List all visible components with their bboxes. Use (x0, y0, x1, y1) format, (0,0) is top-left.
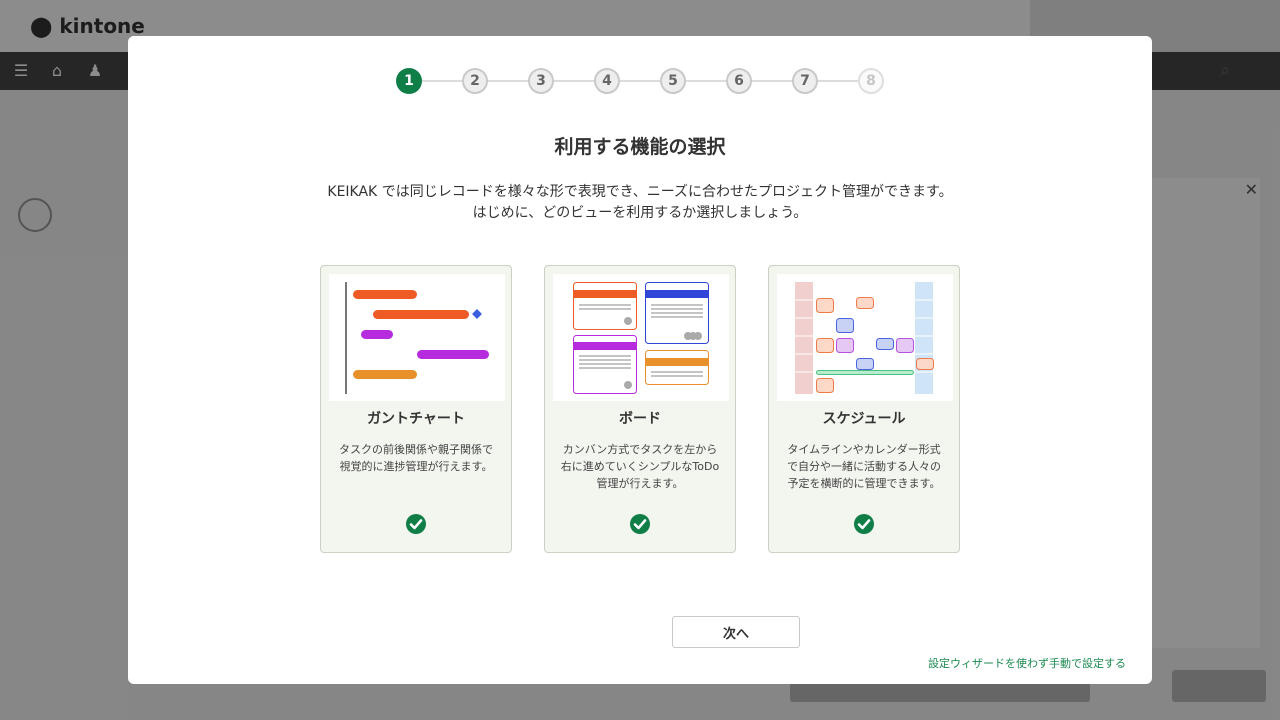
check-icon (406, 514, 426, 534)
card-desc-gantt: タスクの前後関係や親子関係で 視覚的に進捗管理が行えます。 (329, 441, 503, 475)
card-title-schedule: スケジュール (822, 411, 906, 427)
check-icon (630, 514, 650, 534)
manual-setup-link[interactable]: 設定ウィザードを使わず手動で設定する (888, 655, 1126, 671)
step-3: 3 (528, 68, 554, 94)
check-icon (854, 514, 874, 534)
card-title-board: ボード (619, 411, 661, 427)
card-desc-line: カンバン方式でタスクを左から (562, 443, 718, 456)
schedule-illustration (777, 274, 953, 401)
wizard-stepper: 1 2 3 4 5 6 7 8 (396, 68, 884, 94)
option-card-gantt[interactable]: ガントチャート タスクの前後関係や親子関係で 視覚的に進捗管理が行えます。 (320, 265, 512, 553)
option-card-board[interactable]: ボード カンバン方式でタスクを左から 右に進めていくシンプルなToDo 管理が行… (544, 265, 736, 553)
card-desc-line: で自分や一緒に活動する人々の (787, 460, 941, 473)
card-desc-board: カンバン方式でタスクを左から 右に進めていくシンプルなToDo 管理が行えます。 (553, 441, 727, 492)
next-button[interactable]: 次へ (672, 616, 800, 648)
card-desc-line: 視覚的に進捗管理が行えます。 (339, 460, 493, 473)
modal-title: 利用する機能の選択 (554, 136, 726, 158)
step-5: 5 (660, 68, 686, 94)
step-1: 1 (396, 68, 422, 94)
card-desc-line: タイムラインやカレンダー形式 (787, 443, 941, 456)
option-card-schedule[interactable]: スケジュール タイムラインやカレンダー形式 で自分や一緒に活動する人々の 予定を… (768, 265, 960, 553)
step-8: 8 (858, 68, 884, 94)
card-title-gantt: ガントチャート (367, 411, 465, 427)
step-4: 4 (594, 68, 620, 94)
step-7: 7 (792, 68, 818, 94)
card-desc-line: タスクの前後関係や親子関係で (339, 443, 493, 456)
kanban-board-illustration (553, 274, 729, 401)
description-line-2: はじめに、どのビューを利用するか選択しましょう。 (472, 205, 808, 221)
modal-description: KEIKAK では同じレコードを様々な形で表現でき、ニーズに合わせたプロジェクト… (128, 182, 1152, 224)
card-desc-schedule: タイムラインやカレンダー形式 で自分や一緒に活動する人々の 予定を横断的に管理で… (777, 441, 951, 492)
step-2: 2 (462, 68, 488, 94)
description-line-1: KEIKAK では同じレコードを様々な形で表現でき、ニーズに合わせたプロジェクト… (327, 184, 953, 200)
gantt-chart-illustration (329, 274, 505, 401)
step-6: 6 (726, 68, 752, 94)
card-desc-line: 管理が行えます。 (596, 477, 684, 490)
card-desc-line: 右に進めていくシンプルなToDo (560, 460, 720, 473)
card-desc-line: 予定を横断的に管理できます。 (787, 477, 941, 490)
setup-wizard-modal: 1 2 3 4 5 6 7 8 利用する機能の選択 KEIKAK では同じレコー… (128, 36, 1152, 684)
